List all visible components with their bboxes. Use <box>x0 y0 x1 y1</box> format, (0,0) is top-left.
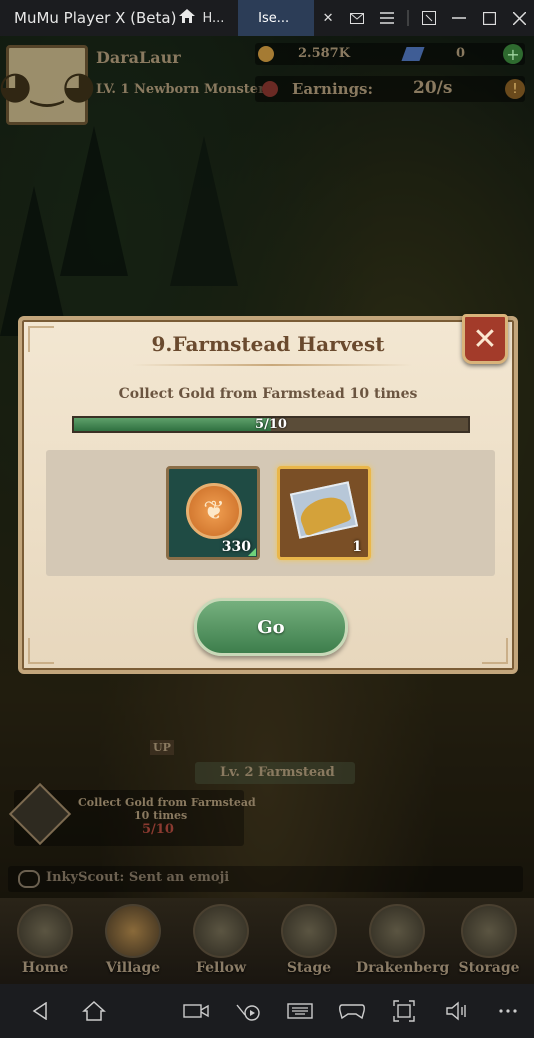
tab-game[interactable]: Ise... <box>238 0 315 36</box>
quest-description: Collect Gold from Farmstead 10 times <box>118 386 418 402</box>
currency-bar <box>255 43 525 65</box>
quest-dialog: 9.Farmstead Harvest ✕ Collect Gold from … <box>18 314 518 674</box>
maximize-icon[interactable] <box>474 0 504 36</box>
windmill-icon <box>105 904 161 958</box>
reward-harvest-map-item[interactable]: 1 <box>277 466 371 560</box>
mail-icon[interactable] <box>342 0 372 36</box>
gamepad-icon[interactable] <box>338 998 366 1024</box>
chat-message: InkyScout: Sent an emoji <box>46 870 230 885</box>
pin-icon[interactable] <box>414 0 444 36</box>
back-icon[interactable] <box>26 998 54 1024</box>
nav-stage[interactable]: Stage <box>268 904 350 982</box>
dialog-title: 9.Farmstead Harvest <box>151 332 385 356</box>
screenshot-icon[interactable] <box>390 998 418 1024</box>
castle-icon <box>281 904 337 958</box>
close-icon: ✕ <box>472 321 498 357</box>
quest-progress-text: 5/10 <box>255 417 287 432</box>
upgrade-sign[interactable]: UP <box>150 740 174 755</box>
corner-marker-icon <box>248 548 256 556</box>
separator-icon <box>402 0 414 36</box>
player-name: DaraLaur <box>96 48 181 67</box>
app-title: MuMu Player X (Beta) <box>14 9 177 27</box>
nav-drakenberg-label: Drakenberg <box>356 960 450 976</box>
cart-icon <box>262 81 278 97</box>
emulator-title-bar: MuMu Player X (Beta) H... Ise... ✕ <box>0 0 534 36</box>
window-controls <box>342 0 534 36</box>
title-divider <box>132 364 412 366</box>
minimize-icon[interactable] <box>444 0 474 36</box>
nav-storage-label: Storage <box>458 960 520 976</box>
tab-home[interactable]: H... <box>176 0 238 36</box>
close-dialog-button[interactable]: ✕ <box>462 314 508 364</box>
fellow-icon <box>193 904 249 958</box>
quest-progress-bar: 5/10 <box>72 416 470 433</box>
gold-coin-icon <box>258 46 274 62</box>
add-gems-icon[interactable]: + <box>503 44 523 64</box>
player-level: LV. 1 Newborn Monster <box>96 82 265 97</box>
farmstead-label[interactable]: Lv. 2 Farmstead <box>220 765 335 780</box>
nav-village[interactable]: Village <box>92 904 174 982</box>
nav-fellow[interactable]: Fellow <box>180 904 262 982</box>
nav-storage[interactable]: Storage <box>448 904 530 982</box>
nav-fellow-label: Fellow <box>195 960 247 976</box>
quest-tracker-line1: Collect Gold from Farmstead <box>78 796 256 809</box>
go-button[interactable]: Go <box>194 598 348 656</box>
keyboard-icon[interactable] <box>286 998 314 1024</box>
reward-gold-count: 330 <box>221 539 251 555</box>
house-lock-icon <box>17 904 73 958</box>
nav-home-label: Home <box>21 960 69 976</box>
reward-gold-item[interactable]: ❦ 330 <box>166 466 260 560</box>
tab-home-label: H... <box>202 10 225 26</box>
reward-harvest-map-count: 1 <box>352 539 362 555</box>
more-icon[interactable] <box>494 998 522 1024</box>
home-nav-icon[interactable] <box>80 998 108 1024</box>
earnings-label: Earnings: <box>292 80 374 98</box>
info-icon[interactable]: ! <box>505 79 525 99</box>
player-avatar[interactable]: ◕‿◕ <box>0 45 95 125</box>
gold-amount: 2.587K <box>298 46 351 61</box>
tab-game-label: Ise... <box>258 10 290 26</box>
gold-medal-icon: ❦ <box>186 483 242 539</box>
video-record-icon[interactable] <box>182 998 210 1024</box>
earnings-value: 20/s <box>413 78 453 98</box>
storage-icon <box>461 904 517 958</box>
menu-icon[interactable] <box>372 0 402 36</box>
quest-tracker-line2: 10 times <box>134 809 188 822</box>
gamepad-play-icon[interactable] <box>234 998 262 1024</box>
rewards-panel: ❦ 330 1 <box>46 450 495 576</box>
tab-close-icon[interactable]: ✕ <box>314 0 342 36</box>
nav-home[interactable]: Home <box>4 904 86 982</box>
town-icon <box>369 904 425 958</box>
quest-tracker-progress: 5/10 <box>142 822 174 837</box>
nav-stage-label: Stage <box>286 960 332 976</box>
volume-icon[interactable] <box>442 998 470 1024</box>
home-icon <box>178 8 196 28</box>
nav-drakenberg[interactable]: Drakenberg <box>356 904 450 982</box>
close-window-icon[interactable] <box>504 0 534 36</box>
chat-icon <box>18 870 40 888</box>
gem-amount: 0 <box>456 46 466 61</box>
nav-village-label: Village <box>105 960 161 976</box>
